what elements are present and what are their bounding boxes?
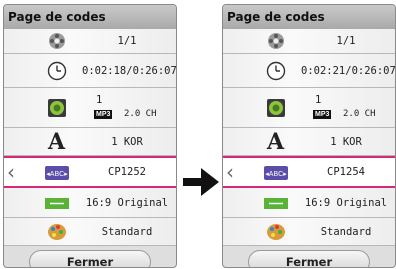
title-reel-icon bbox=[49, 33, 65, 49]
picture-mode-value: Standard bbox=[101, 226, 153, 238]
aspect-row[interactable]: 16:9 Original bbox=[4, 188, 176, 218]
close-button[interactable]: Fermer bbox=[29, 250, 151, 267]
title-row[interactable]: 1/1 bbox=[4, 29, 176, 54]
subtitle-a-icon: A bbox=[267, 129, 285, 155]
subtitle-row[interactable]: A 1 KOR bbox=[223, 128, 395, 156]
subtitle-value: 1 KOR bbox=[330, 136, 362, 148]
time-value: 0:02:18/0:26:07 bbox=[82, 65, 177, 77]
aspect-ratio-icon bbox=[45, 198, 69, 209]
aspect-value: 16:9 Original bbox=[85, 197, 169, 209]
audio-channels: 2.0 CH bbox=[343, 109, 376, 119]
palette-icon bbox=[48, 224, 66, 240]
aspect-value: 16:9 Original bbox=[304, 197, 388, 209]
panel-title: Page de codes bbox=[223, 5, 395, 29]
code-page-row[interactable]: ‹ ◂ABC▸ CP1252 bbox=[4, 156, 176, 188]
title-value: 1/1 bbox=[117, 35, 137, 47]
picture-mode-row[interactable]: Standard bbox=[223, 218, 395, 246]
title-reel-icon bbox=[268, 33, 284, 49]
abc-code-icon: ◂ABC▸ bbox=[264, 166, 288, 180]
speaker-icon bbox=[267, 99, 285, 117]
audio-format-badge: MP3 bbox=[313, 110, 332, 119]
clock-icon bbox=[266, 61, 286, 81]
subtitle-row[interactable]: A 1 KOR bbox=[4, 128, 176, 156]
chevron-left-icon[interactable]: ‹ bbox=[226, 162, 234, 182]
close-button[interactable]: Fermer bbox=[248, 250, 370, 267]
info-panel-before: Page de codes 1/1 0:02:18/0:26:07 1 MP3 … bbox=[3, 4, 177, 268]
aspect-row[interactable]: 16:9 Original bbox=[223, 188, 395, 218]
picture-mode-value: Standard bbox=[320, 226, 372, 238]
time-row[interactable]: 0:02:21/0:26:07 bbox=[223, 54, 395, 88]
audio-format-badge: MP3 bbox=[94, 110, 113, 119]
subtitle-a-icon: A bbox=[48, 129, 66, 155]
picture-mode-row[interactable]: Standard bbox=[4, 218, 176, 246]
audio-channels: 2.0 CH bbox=[124, 109, 157, 119]
chevron-left-icon[interactable]: ‹ bbox=[7, 162, 15, 182]
audio-track-number: 1 bbox=[96, 94, 103, 106]
aspect-ratio-icon bbox=[264, 198, 288, 209]
code-page-value: CP1254 bbox=[327, 166, 365, 178]
clock-icon bbox=[47, 61, 67, 81]
speaker-icon bbox=[48, 99, 66, 117]
svg-text:◂ABC▸: ◂ABC▸ bbox=[46, 171, 68, 178]
time-value: 0:02:21/0:26:07 bbox=[301, 65, 396, 77]
palette-icon bbox=[267, 224, 285, 240]
abc-code-icon: ◂ABC▸ bbox=[45, 166, 69, 180]
code-page-row[interactable]: ‹ ◂ABC▸ CP1254 bbox=[223, 156, 395, 188]
title-row[interactable]: 1/1 bbox=[223, 29, 395, 54]
right-arrow-icon bbox=[183, 168, 219, 196]
code-page-value: CP1252 bbox=[108, 166, 146, 178]
audio-row[interactable]: 1 MP3 2.0 CH bbox=[4, 88, 176, 128]
svg-text:◂ABC▸: ◂ABC▸ bbox=[265, 171, 287, 178]
time-row[interactable]: 0:02:18/0:26:07 bbox=[4, 54, 176, 88]
subtitle-value: 1 KOR bbox=[111, 136, 143, 148]
audio-track-number: 1 bbox=[315, 94, 322, 106]
audio-row[interactable]: 1 MP3 2.0 CH bbox=[223, 88, 395, 128]
info-panel-after: Page de codes 1/1 0:02:21/0:26:07 1 MP3 … bbox=[222, 4, 396, 268]
title-value: 1/1 bbox=[336, 35, 356, 47]
panel-title: Page de codes bbox=[4, 5, 176, 29]
